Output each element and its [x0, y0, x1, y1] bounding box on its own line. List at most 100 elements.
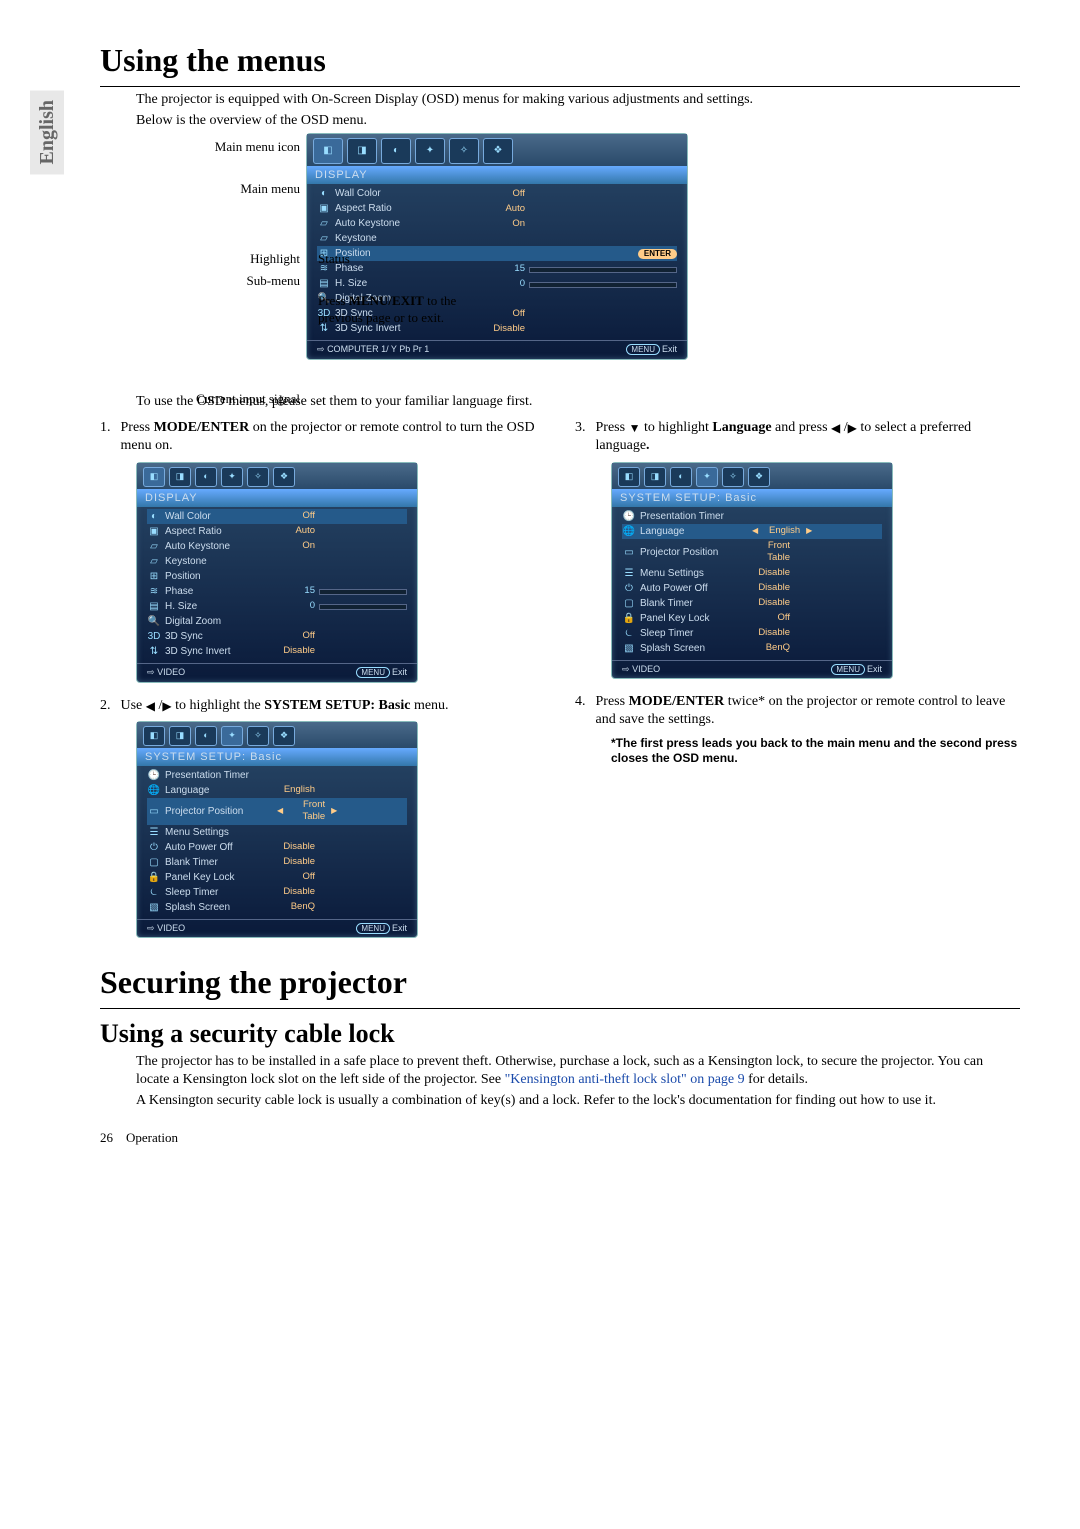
osd-row-h. size[interactable]: ▤H. Size0: [147, 599, 407, 614]
osd-tab-1[interactable]: ◨: [169, 726, 191, 746]
osd-tab-1[interactable]: ◨: [644, 467, 666, 487]
osd-row-splash screen[interactable]: ▧Splash ScreenBenQ: [147, 900, 407, 915]
osd-row-3d sync invert[interactable]: ⇅3D Sync InvertDisable: [147, 644, 407, 659]
osd-row-projector position[interactable]: ▭Projector PositionFront Table: [622, 539, 882, 566]
osd-row-keystone[interactable]: ▱Keystone: [147, 554, 407, 569]
row-value: Off: [275, 510, 319, 522]
osd-tab-3[interactable]: ✦: [415, 138, 445, 164]
osd-tab-5[interactable]: ❖: [273, 467, 295, 487]
osd-tab-4[interactable]: ✧: [449, 138, 479, 164]
osd-row-sleep timer[interactable]: ⏾Sleep TimerDisable: [622, 626, 882, 641]
osd-row-wall color[interactable]: ◐Wall ColorOff: [147, 509, 407, 524]
osd-row-auto keystone[interactable]: ▱Auto KeystoneOn: [317, 216, 677, 231]
osd-tab-5[interactable]: ❖: [273, 726, 295, 746]
row-icon: 🕒: [622, 510, 636, 523]
osd-tab-4[interactable]: ✧: [247, 467, 269, 487]
left-arrow-icon: ◀: [750, 526, 760, 536]
osd-row-sleep timer[interactable]: ⏾Sleep TimerDisable: [147, 885, 407, 900]
row-label: Auto Power Off: [165, 841, 275, 854]
menu-button-pill[interactable]: MENU: [356, 667, 390, 678]
osd-row-splash screen[interactable]: ▧Splash ScreenBenQ: [622, 641, 882, 656]
menu-button-pill[interactable]: MENU: [626, 344, 660, 355]
row-icon: ⏻: [147, 841, 161, 854]
osd-row-phase[interactable]: ≋Phase15: [317, 261, 677, 276]
osd-tab-0[interactable]: ◧: [313, 138, 343, 164]
osd-row-position[interactable]: ⊞Position: [147, 569, 407, 584]
row-label: Presentation Timer: [165, 769, 275, 782]
osd-row-panel key lock[interactable]: 🔒Panel Key LockOff: [622, 611, 882, 626]
osd-row-phase[interactable]: ≋Phase15: [147, 584, 407, 599]
osd-row-blank timer[interactable]: ▢Blank TimerDisable: [622, 596, 882, 611]
osd-row-language[interactable]: 🌐LanguageEnglish: [147, 783, 407, 798]
row-label: 3D Sync: [165, 630, 275, 643]
menu-button-pill[interactable]: MENU: [356, 923, 390, 934]
osd-tab-4[interactable]: ✧: [247, 726, 269, 746]
row-value: English: [275, 784, 319, 796]
row-label: Aspect Ratio: [165, 525, 275, 538]
row-label: Splash Screen: [640, 642, 750, 655]
row-icon: ▧: [622, 642, 636, 655]
row-value: Off: [750, 612, 794, 624]
osd-row-presentation timer[interactable]: 🕒Presentation Timer: [622, 509, 882, 524]
row-icon: ⏾: [147, 886, 161, 899]
osd-row-aspect ratio[interactable]: ▣Aspect RatioAuto: [317, 201, 677, 216]
osd-row-digital zoom[interactable]: 🔍Digital Zoom: [147, 614, 407, 629]
input-icon: ⇨: [147, 667, 155, 677]
heading-using-menus: Using the menus: [100, 40, 1020, 82]
row-label: Phase: [335, 262, 475, 275]
row-label: Panel Key Lock: [640, 612, 750, 625]
osd-row-h. size[interactable]: ▤H. Size0: [317, 276, 677, 291]
row-slider[interactable]: [319, 604, 407, 610]
osd-tab-5[interactable]: ❖: [483, 138, 513, 164]
osd-row-position[interactable]: ⊞PositionENTER: [317, 246, 677, 261]
osd-tab-3[interactable]: ✦: [696, 467, 718, 487]
osd-tab-3[interactable]: ✦: [221, 467, 243, 487]
osd-row-panel key lock[interactable]: 🔒Panel Key LockOff: [147, 870, 407, 885]
osd-row-aspect ratio[interactable]: ▣ Aspect RatioAuto: [147, 524, 407, 539]
row-slider[interactable]: [529, 267, 677, 273]
right-arrow-icon: ▶: [162, 699, 171, 715]
osd-row-keystone[interactable]: ▱Keystone: [317, 231, 677, 246]
row-value: Off: [275, 871, 319, 883]
row-value: On: [275, 540, 319, 552]
osd-tab-0[interactable]: ◧: [618, 467, 640, 487]
row-number: 15: [275, 585, 319, 597]
right-arrow-icon: ▶: [848, 421, 857, 437]
row-slider[interactable]: [319, 589, 407, 595]
page-section: Operation: [126, 1130, 178, 1145]
heading-securing-projector: Securing the projector: [100, 962, 1020, 1004]
row-label: Wall Color: [335, 187, 475, 200]
osd-tab-4[interactable]: ✧: [722, 467, 744, 487]
osd-row-wall color[interactable]: ◐Wall ColorOff: [317, 186, 677, 201]
osd-row-menu settings[interactable]: ☰Menu SettingsDisable: [622, 566, 882, 581]
row-value: Auto: [275, 525, 319, 537]
osd-tab-3[interactable]: ✦: [221, 726, 243, 746]
osd-tab-0[interactable]: ◧: [143, 726, 165, 746]
menu-button-pill[interactable]: MENU: [831, 664, 865, 675]
osd-tab-5[interactable]: ❖: [748, 467, 770, 487]
kensington-link[interactable]: "Kensington anti-theft lock slot" on pag…: [505, 1072, 745, 1087]
osd-tab-1[interactable]: ◨: [169, 467, 191, 487]
row-icon: ☰: [147, 826, 161, 839]
osd-title: DISPLAY: [137, 489, 417, 507]
osd-tab-2[interactable]: ◐: [670, 467, 692, 487]
osd-tab-2[interactable]: ◐: [195, 467, 217, 487]
osd-tab-0[interactable]: ◧: [143, 467, 165, 487]
row-icon: ▭: [622, 546, 636, 559]
row-label: Keystone: [165, 555, 275, 568]
osd-row-auto keystone[interactable]: ▱Auto KeystoneOn: [147, 539, 407, 554]
osd-tab-2[interactable]: ◐: [195, 726, 217, 746]
osd-row-menu settings[interactable]: ☰Menu Settings: [147, 825, 407, 840]
osd-row-presentation timer[interactable]: 🕒Presentation Timer: [147, 768, 407, 783]
osd-row-auto power off[interactable]: ⏻Auto Power OffDisable: [622, 581, 882, 596]
osd-row-auto power off[interactable]: ⏻Auto Power OffDisable: [147, 840, 407, 855]
callout-main-menu-icon: Main menu icon: [215, 139, 300, 156]
osd-tab-2[interactable]: ◐: [381, 138, 411, 164]
osd-row-language[interactable]: 🌐Language◀English▶: [622, 524, 882, 539]
osd-tab-1[interactable]: ◨: [347, 138, 377, 164]
row-icon: ▣: [147, 525, 161, 538]
osd-row-projector position[interactable]: ▭Projector Position◀Front Table▶: [147, 798, 407, 825]
osd-row-blank timer[interactable]: ▢Blank TimerDisable: [147, 855, 407, 870]
osd-row-3d sync[interactable]: 3D3D SyncOff: [147, 629, 407, 644]
row-slider[interactable]: [529, 282, 677, 288]
